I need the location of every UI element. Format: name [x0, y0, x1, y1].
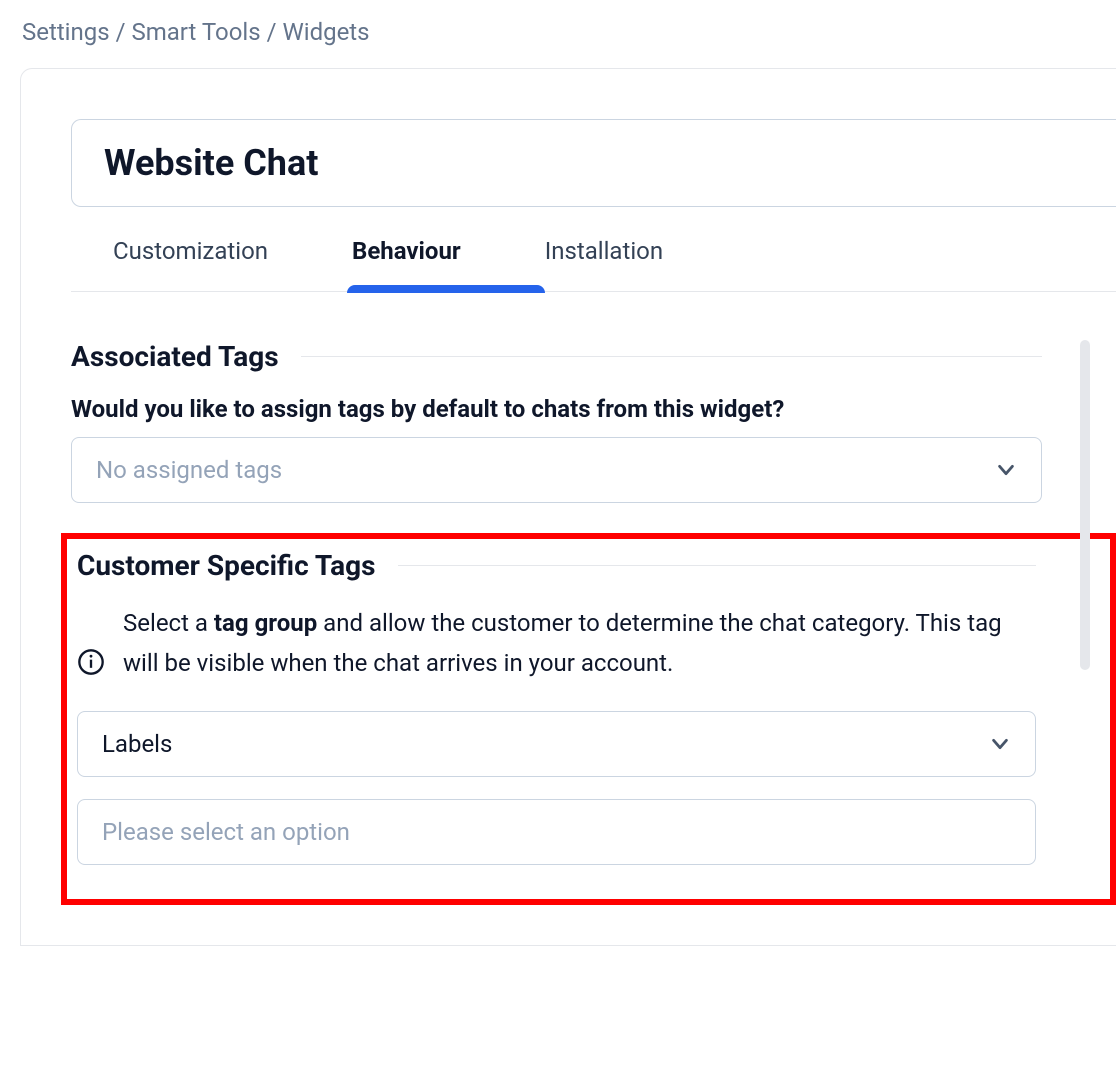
section-header-customer-tags: Customer Specific Tags [77, 549, 1100, 582]
page-title: Website Chat [104, 142, 1084, 184]
section-rule [301, 356, 1042, 357]
section-header-associated-tags: Associated Tags [71, 340, 1116, 373]
tag-option-select-value: Please select an option [102, 818, 350, 846]
content-area: Associated Tags Would you like to assign… [71, 340, 1116, 905]
tab-installation[interactable]: Installation [503, 207, 705, 291]
highlight-box: Customer Specific Tags Select a tag grou… [61, 533, 1116, 905]
breadcrumb-item-widgets[interactable]: Widgets [282, 18, 369, 46]
associated-tags-select-value: No assigned tags [96, 456, 282, 484]
tag-group-select[interactable]: Labels [77, 711, 1036, 777]
tab-behaviour[interactable]: Behaviour [310, 207, 503, 291]
section-rule [398, 565, 1036, 566]
chevron-down-icon [989, 733, 1011, 755]
section-title-customer-tags: Customer Specific Tags [77, 549, 376, 582]
breadcrumb-item-smart-tools[interactable]: Smart Tools [131, 18, 260, 46]
tab-customization[interactable]: Customization [71, 207, 310, 291]
info-text-pre: Select a [123, 609, 214, 637]
breadcrumb-separator: / [261, 18, 283, 46]
tag-group-select-value: Labels [102, 730, 172, 758]
section-title-associated-tags: Associated Tags [71, 340, 279, 373]
info-text-bold: tag group [214, 609, 317, 637]
settings-panel: Website Chat Customization Behaviour Ins… [20, 68, 1116, 946]
page-title-box: Website Chat [71, 119, 1116, 207]
associated-tags-question: Would you like to assign tags by default… [71, 395, 1116, 423]
breadcrumb[interactable]: Settings / Smart Tools / Widgets [0, 0, 1116, 58]
tabs-row: Customization Behaviour Installation [71, 207, 1116, 292]
associated-tags-select[interactable]: No assigned tags [71, 437, 1042, 503]
info-icon [77, 648, 105, 676]
breadcrumb-separator: / [110, 18, 132, 46]
chevron-down-icon [995, 459, 1017, 481]
scrollbar[interactable] [1080, 340, 1090, 670]
breadcrumb-item-settings[interactable]: Settings [22, 18, 110, 46]
tag-option-select[interactable]: Please select an option [77, 799, 1036, 865]
customer-tags-info-row: Select a tag group and allow the custome… [77, 604, 1100, 683]
tab-active-indicator [347, 285, 545, 293]
customer-tags-info-text: Select a tag group and allow the custome… [123, 604, 1036, 683]
